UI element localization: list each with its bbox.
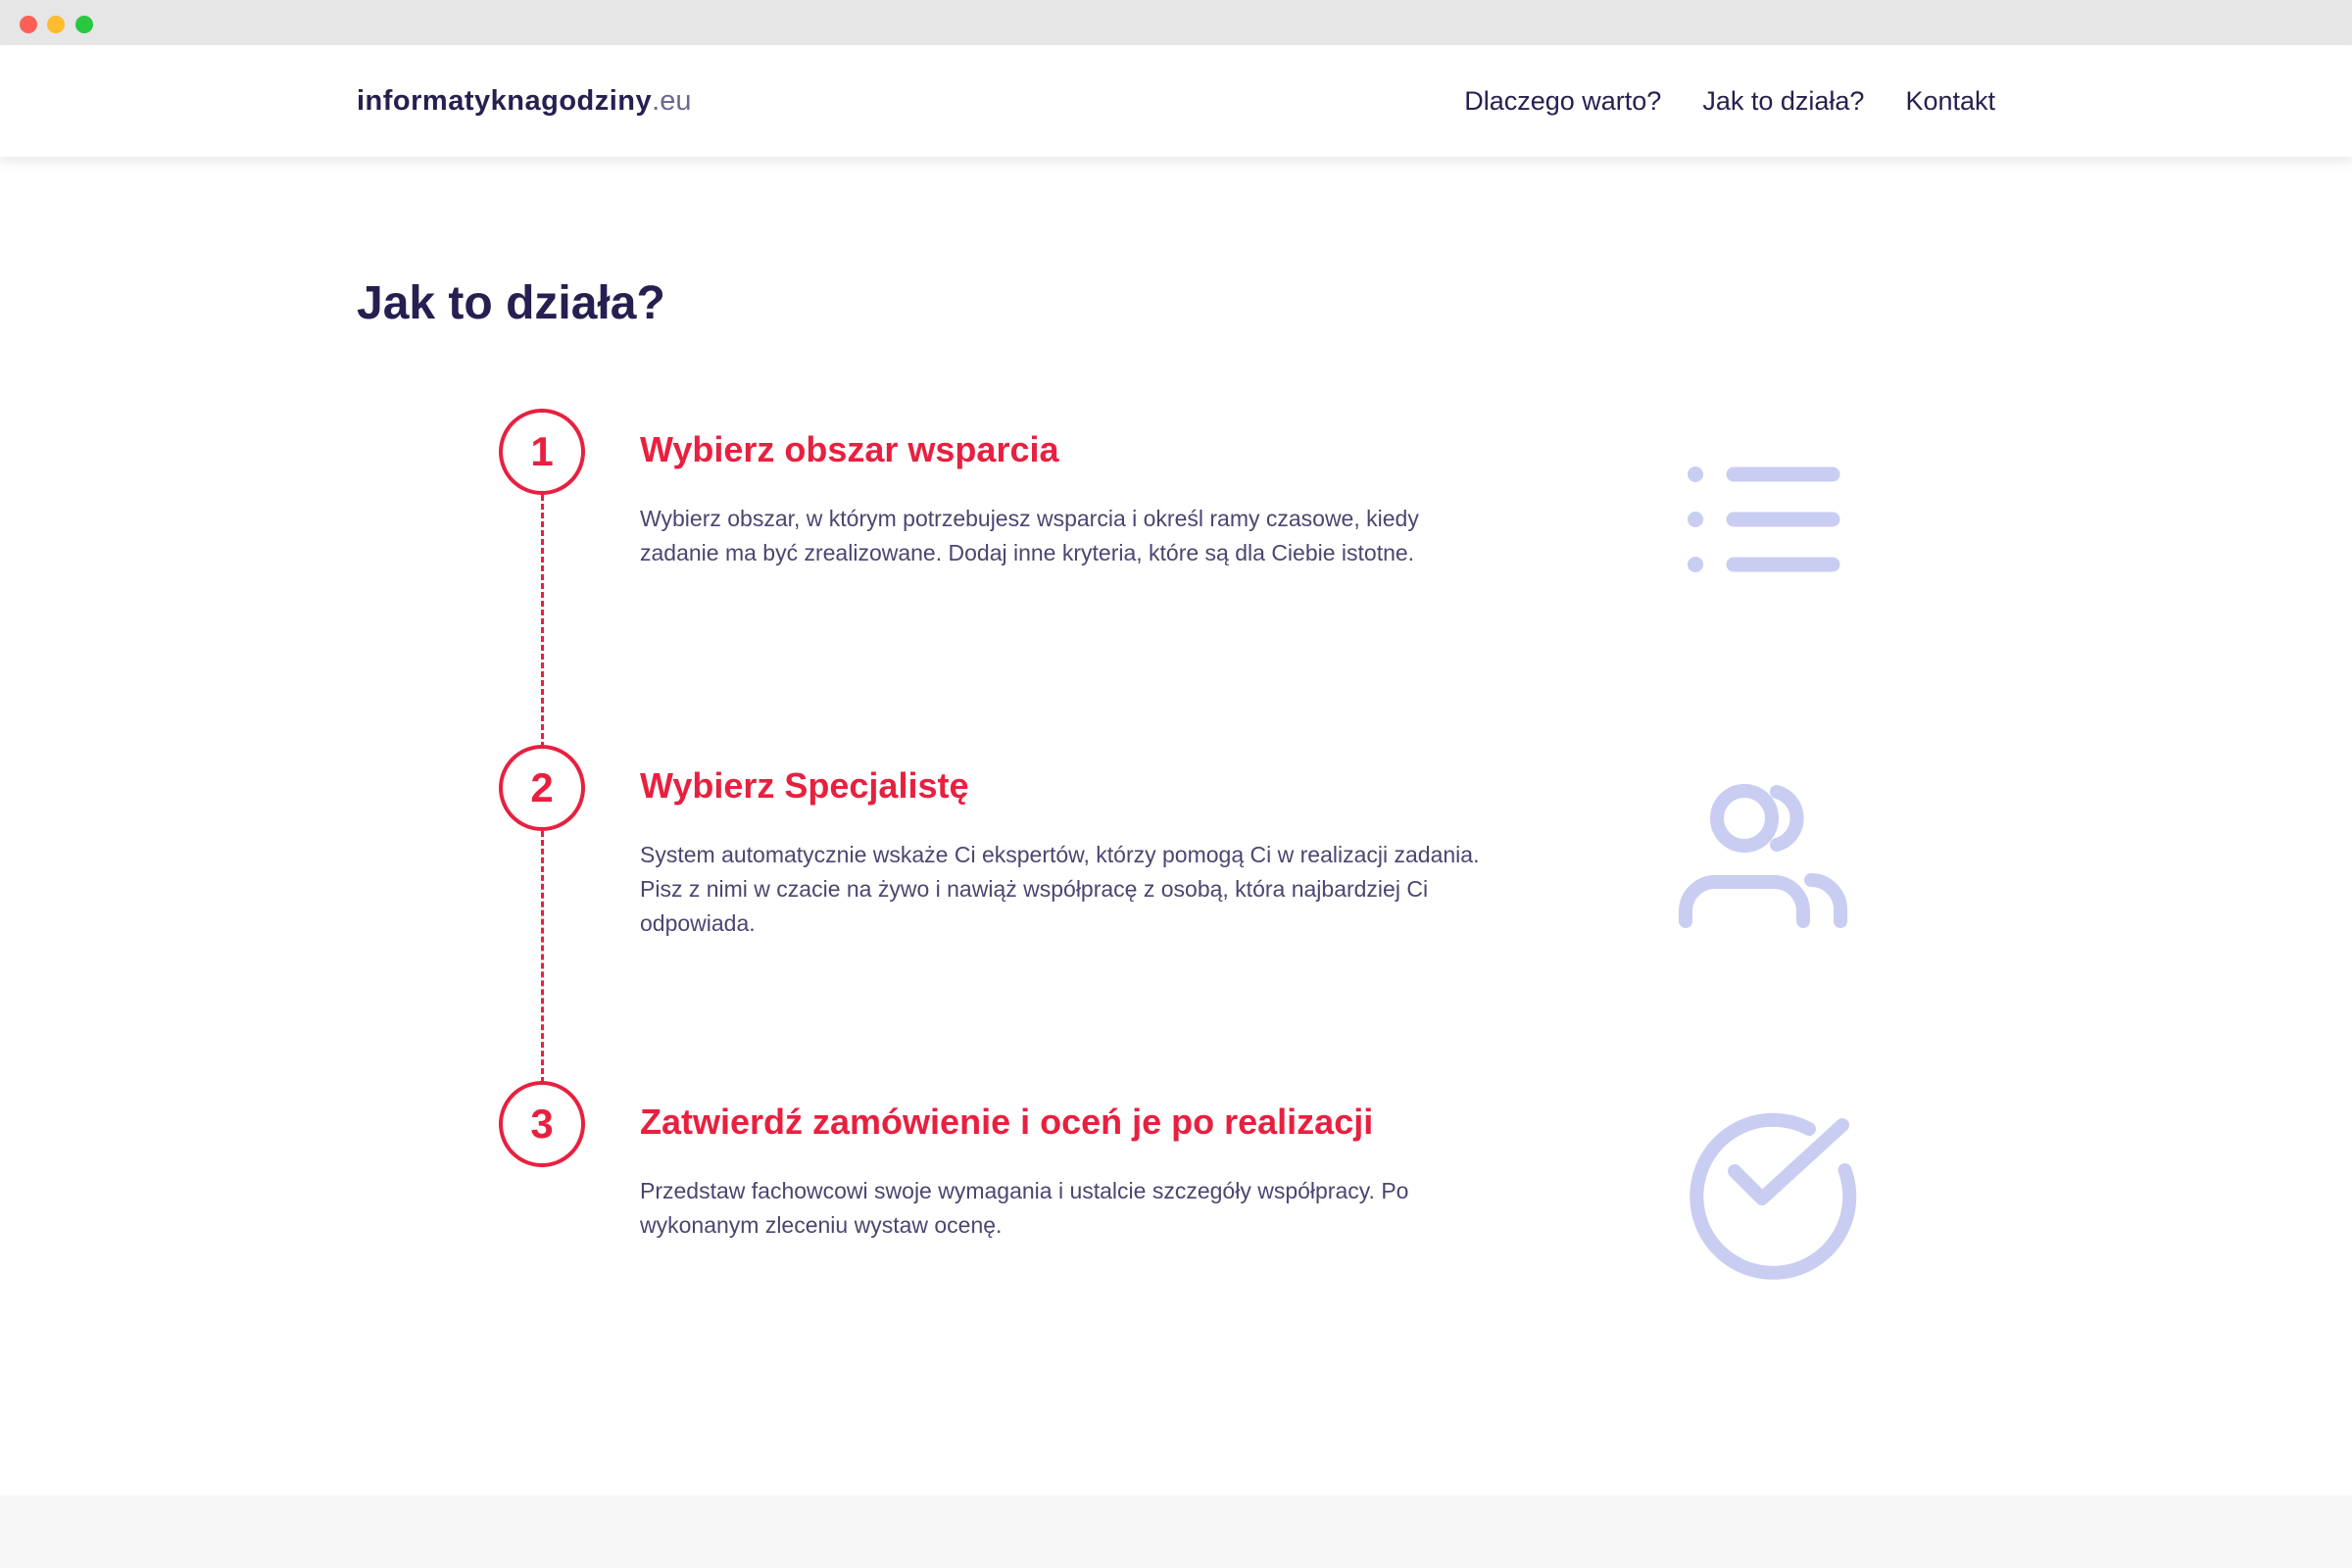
check-circle-icon	[1690, 1112, 1857, 1280]
window-titlebar	[0, 0, 2352, 46]
nav-link-dlaczego-warto[interactable]: Dlaczego warto?	[1464, 86, 1661, 117]
step-description: Wybierz obszar, w którym potrzebujesz ws…	[640, 506, 1419, 565]
step-connector-line	[541, 495, 544, 748]
step-number-badge: 2	[499, 745, 585, 831]
section-title: Jak to działa?	[357, 277, 665, 329]
minimize-window-button[interactable]	[47, 16, 65, 33]
step-number-badge: 3	[499, 1081, 585, 1167]
step-title: Zatwierdź zamówienie i oceń je po realiz…	[640, 1102, 1374, 1142]
step-description: System automatycznie wskaże Ci ekspertów…	[640, 842, 1480, 936]
browser-window: informatyknagodziny.eu Dlaczego warto? Ja…	[0, 0, 2352, 1568]
nav-link-kontakt[interactable]: Kontakt	[1905, 86, 1995, 117]
step-title: Wybierz obszar wsparcia	[640, 429, 1059, 469]
step-description: Przedstaw fachowcowi swoje wymagania i u…	[640, 1178, 1409, 1238]
site-header: informatyknagodziny.eu Dlaczego warto? Ja…	[0, 45, 2352, 157]
step-title: Wybierz Specjalistę	[640, 765, 969, 806]
list-icon	[1688, 466, 1840, 572]
maximize-window-button[interactable]	[75, 16, 93, 33]
nav-link-jak-to-dziala[interactable]: Jak to działa?	[1702, 86, 1864, 117]
how-it-works-section: Jak to działa? 1 Wybierz obszar wsparcia…	[0, 157, 2352, 1495]
step-connector-line	[541, 831, 544, 1083]
main-nav: Dlaczego warto? Jak to działa? Kontakt	[0, 86, 1995, 117]
users-icon	[1679, 784, 1847, 928]
close-window-button[interactable]	[20, 16, 37, 33]
footer-band	[0, 1495, 2352, 1568]
step-number-badge: 1	[499, 409, 585, 495]
